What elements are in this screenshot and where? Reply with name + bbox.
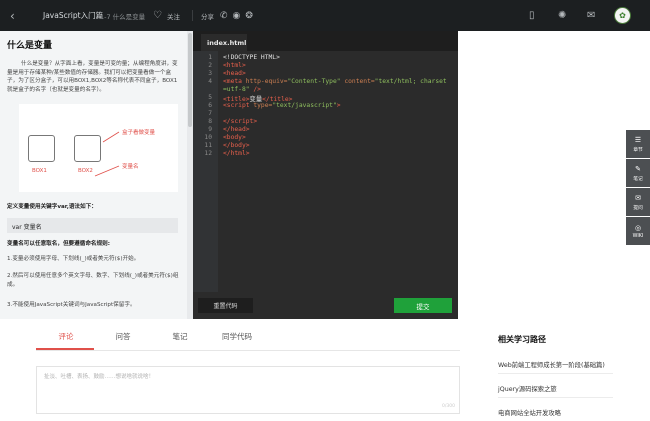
- line-gutter: 1 2 3 4 5 6 7 8 9 10 11 12: [193, 51, 218, 319]
- code-editor[interactable]: index.html 1 2 3 4 5 6 7 8 9 10 11 12 <!…: [193, 31, 458, 319]
- tool-label: 笔记: [633, 176, 643, 182]
- divider: [498, 397, 613, 398]
- code-line: <html>: [223, 62, 246, 69]
- wiki-icon: ◎: [634, 223, 642, 232]
- divider: [498, 373, 613, 374]
- divider: [36, 350, 460, 351]
- tab-comments[interactable]: 评论: [36, 331, 96, 342]
- line-number: 6: [208, 102, 212, 109]
- define-text: 定义变量使用关键字var,语法如下：: [7, 204, 97, 210]
- mobile-icon[interactable]: ▯: [529, 0, 535, 31]
- related-item[interactable]: 电商网站全站开发攻略: [498, 408, 561, 417]
- label-box-as-variable: 盒子看做变量: [122, 130, 156, 136]
- code-line: <!DOCTYPE HTML>: [223, 54, 280, 61]
- heart-icon[interactable]: ♡: [153, 0, 162, 31]
- code-line: <meta http-equiv="Content-Type" content=…: [223, 78, 447, 85]
- line-number: 9: [208, 126, 212, 133]
- bug-icon[interactable]: ✺: [558, 0, 566, 31]
- code-sample: var 变量名: [7, 218, 178, 233]
- line-number: 12: [204, 150, 212, 157]
- label-variable-name: 变量名: [122, 164, 139, 170]
- tool-ask[interactable]: ✉ 提问: [626, 188, 650, 216]
- code-line: =utf-8" />: [223, 86, 261, 93]
- tab-index-html[interactable]: index.html: [201, 34, 247, 51]
- divider: [192, 10, 193, 21]
- tab-notes[interactable]: 笔记: [150, 331, 210, 342]
- scrollbar-thumb[interactable]: [188, 33, 192, 127]
- code-line: <body>: [223, 134, 246, 141]
- code-line: </script>: [223, 118, 258, 125]
- code-line: </html>: [223, 150, 250, 157]
- top-bar: ‹ JavaScript入门篇 1-7 什么是变量 ♡ 关注 分享 ✆ ◉ ❂ …: [0, 0, 650, 31]
- line-number: 3: [208, 70, 212, 77]
- wechat-icon[interactable]: ✆: [220, 11, 228, 21]
- reset-code-button[interactable]: 重置代码: [198, 298, 253, 313]
- arrows: [94, 131, 120, 177]
- lesson-title: 1-7 什么是变量: [100, 12, 146, 21]
- code-line: </body>: [223, 142, 250, 149]
- code-line: <head>: [223, 70, 246, 77]
- lesson-heading: 什么是变量: [7, 41, 53, 51]
- rule-1: 1.变量必须使用字母、下划线(_)或者美元符($)开始。: [7, 256, 140, 262]
- list-icon: ☰: [634, 135, 642, 144]
- rule-2: 2.然后可以使用任意多个英文字母、数字、下划线(_)或者美元符($)组成。: [7, 273, 179, 288]
- editor-tabbar: index.html: [193, 31, 458, 51]
- back-icon[interactable]: ‹: [10, 0, 15, 31]
- tool-wiki[interactable]: ◎ WIKI: [626, 217, 650, 245]
- tool-label: WIKI: [632, 233, 644, 239]
- box1-label: BOX1: [32, 168, 47, 174]
- line-number: 1: [208, 54, 212, 61]
- tab-qa[interactable]: 问答: [93, 331, 153, 342]
- line-number: 7: [208, 110, 212, 117]
- tab-classmate-code[interactable]: 同学代码: [207, 331, 267, 342]
- tool-notes[interactable]: ✎ 笔记: [626, 159, 650, 187]
- weibo-icon[interactable]: ❂: [245, 11, 253, 21]
- line-number: 2: [208, 62, 212, 69]
- tool-chapters[interactable]: ☰ 章节: [626, 130, 650, 158]
- follow-button[interactable]: 关注: [167, 0, 180, 31]
- rule-3: 3.不能使用JavaScript关键词与JavaScript保留字。: [7, 302, 136, 308]
- line-number: 11: [204, 142, 212, 149]
- related-item[interactable]: jQuery源码探索之旅: [498, 384, 557, 393]
- line-number: 10: [204, 134, 212, 141]
- avatar[interactable]: ✿: [614, 7, 631, 24]
- box2-label: BOX2: [78, 168, 93, 174]
- code-line: </head>: [223, 126, 250, 133]
- lesson-panel: 什么是变量 什么是变量？从字面上看，变量是可变的量；从编程角度讲，变量是用于存储…: [0, 31, 193, 319]
- char-count: 0/300: [442, 404, 455, 409]
- tool-label: 提问: [633, 205, 643, 211]
- submit-button[interactable]: 提交: [394, 298, 452, 313]
- line-number: 4: [208, 78, 212, 85]
- variable-figure: 盒子看做变量 变量名 BOX1 BOX2: [19, 104, 178, 192]
- rules-title: 变量名可以任意取名，但要遵循命名规则:: [7, 241, 110, 247]
- comment-placeholder: 扯淡、吐槽、表扬、鼓励……想说啥就说啥！: [44, 374, 155, 380]
- share-label: 分享: [201, 12, 214, 21]
- result-panel: [458, 31, 650, 319]
- qq-icon[interactable]: ◉: [233, 11, 241, 21]
- pencil-icon: ✎: [635, 164, 641, 173]
- share-icons: ✆ ◉ ❂: [220, 0, 253, 31]
- line-number: 5: [208, 94, 212, 101]
- lesson-intro: 什么是变量？从字面上看，变量是可变的量；从编程角度讲，变量是用于存储某种/某些数…: [7, 61, 178, 93]
- code-line: <script type="text/javascript">: [223, 102, 341, 109]
- mail-icon[interactable]: ✉: [587, 0, 595, 31]
- related-title: 相关学习路径: [498, 335, 546, 344]
- line-number: 8: [208, 118, 212, 125]
- question-icon: ✉: [635, 193, 641, 202]
- tool-label: 章节: [633, 147, 643, 153]
- related-item[interactable]: Web前端工程师成长第一阶段(基础篇): [498, 360, 605, 369]
- course-title[interactable]: JavaScript入门篇: [43, 0, 103, 31]
